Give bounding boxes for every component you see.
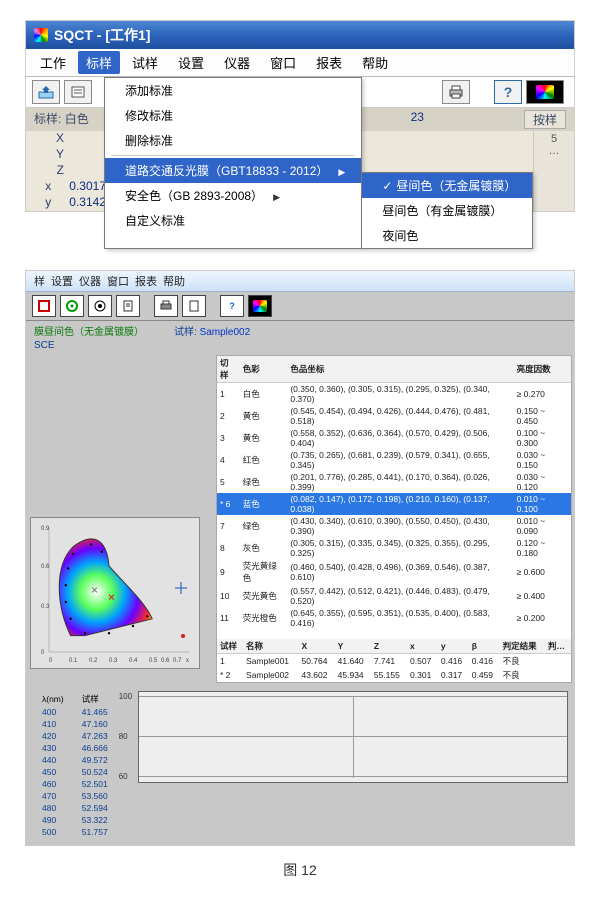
toolbar-button[interactable] — [32, 80, 60, 104]
right-edge-val: … — [534, 145, 574, 157]
svg-text:0.1: 0.1 — [69, 658, 78, 664]
caption-fig12: 图 12 — [25, 860, 575, 880]
ytick: 60 — [119, 772, 128, 781]
menu-item[interactable]: 修改标准 — [105, 103, 361, 128]
menu-item[interactable]: 帮助 — [354, 51, 396, 74]
table-row[interactable]: 11荧光橙色(0.645, 0.355), (0.595, 0.351), (0… — [217, 607, 571, 629]
menu-item[interactable]: 道路交通反光膜（GBT18833 - 2012） — [105, 158, 361, 183]
svg-text:0.7: 0.7 — [173, 658, 182, 664]
cie-chart: 0.90.60.30 00.10.20.3 0.40.50.60.7x — [30, 517, 200, 669]
table-row[interactable]: 9荧光黄绿色(0.460, 0.540), (0.428, 0.496), (0… — [217, 559, 571, 585]
submenu-item[interactable]: 昼间色（有金属镀膜） — [362, 198, 532, 223]
submenu-item[interactable]: 夜间色 — [362, 223, 532, 248]
ytick: 80 — [119, 732, 128, 741]
bottom-panel: λ(nm)试样40041.46541047.16042047.26343046.… — [26, 685, 574, 845]
submenu-item[interactable]: 昼间色（无金属镀膜） — [362, 173, 532, 198]
info-standard: 膜昼间色（无金属镀膜） — [34, 323, 144, 338]
right-pane: 切样色彩色品坐标亮度因数1白色(0.350, 0.360), (0.305, 0… — [216, 355, 572, 683]
table-row[interactable]: 7绿色(0.430, 0.340), (0.610, 0.390), (0.55… — [217, 515, 571, 537]
tool-target[interactable] — [32, 295, 56, 317]
menu-item[interactable]: 仪器 — [216, 51, 258, 74]
spectrum-plot: 100 80 60 — [138, 691, 568, 783]
menubar[interactable]: 工作标样试样设置仪器窗口报表帮助 — [26, 49, 574, 77]
right-edge-panel: 5 … — [533, 131, 574, 211]
table-row[interactable]: * 2Sample00243.60245.93455.1550.3010.317… — [217, 668, 571, 682]
menu-item[interactable]: 窗口 — [262, 51, 304, 74]
svg-text:0.9: 0.9 — [41, 526, 50, 532]
menu-item[interactable]: 自定义标准 — [105, 208, 361, 233]
menu-item[interactable]: 设置 — [51, 273, 73, 289]
ytick: 100 — [119, 692, 132, 701]
svg-text:0: 0 — [41, 650, 45, 656]
menu-item[interactable]: 报表 — [135, 273, 157, 289]
tool-doc2[interactable] — [182, 295, 206, 317]
menu-item[interactable]: 安全色（GB 2893-2008） — [105, 183, 361, 208]
table-row[interactable]: 8灰色(0.305, 0.315), (0.335, 0.345), (0.32… — [217, 537, 571, 559]
sce-label: SCE — [26, 340, 574, 353]
tool-doc[interactable] — [116, 295, 140, 317]
menu-item[interactable]: 试样 — [124, 51, 166, 74]
label-sample: 试样: — [174, 327, 197, 338]
menu-dropdown[interactable]: 添加标准修改标准删除标准道路交通反光膜（GBT18833 - 2012）安全色（… — [104, 77, 362, 249]
menu-item[interactable]: 设置 — [170, 51, 212, 74]
toolbar-12: ? — [26, 292, 574, 321]
tool-dot[interactable] — [88, 295, 112, 317]
menu-item[interactable]: 窗口 — [107, 273, 129, 289]
info-line: 膜昼间色（无金属镀膜） 试样: Sample002 — [26, 321, 574, 340]
svg-text:0: 0 — [49, 658, 53, 664]
table-row[interactable]: 1白色(0.350, 0.360), (0.305, 0.315), (0.29… — [217, 383, 571, 406]
table-row[interactable]: 1Sample00150.76441.6407.7410.5070.4160.4… — [217, 654, 571, 669]
toolbar-button[interactable] — [64, 80, 92, 104]
table-row[interactable]: 3黄色(0.558, 0.352), (0.636, 0.364), (0.57… — [217, 427, 571, 449]
help-button[interactable]: ? — [220, 295, 244, 317]
left-pane: 0.90.60.30 00.10.20.3 0.40.50.60.7x — [26, 353, 214, 685]
svg-text:x: x — [186, 658, 189, 664]
table-row[interactable]: 2黄色(0.545, 0.454), (0.494, 0.426), (0.44… — [217, 405, 571, 427]
svg-text:0.5: 0.5 — [149, 658, 158, 664]
menu-item[interactable]: 删除标准 — [105, 128, 361, 153]
tool-circle[interactable] — [60, 295, 84, 317]
svg-text:0.4: 0.4 — [129, 658, 138, 664]
wavelength-table: λ(nm)试样40041.46541047.16042047.26343046.… — [32, 691, 118, 839]
menu-item[interactable]: 标样 — [78, 51, 120, 74]
menu-item[interactable]: 帮助 — [163, 273, 185, 289]
window-titlebar: SQCT - [工作1] — [26, 21, 574, 49]
table-row[interactable]: 4红色(0.735, 0.265), (0.681, 0.239), (0.57… — [217, 449, 571, 471]
fig11-body: ? 标样: 白色 观察者角… 23 按样 XYZx0.3017y0.3142 5… — [26, 77, 574, 211]
label-sample-type: 标样: — [34, 112, 61, 126]
submenu-dropdown[interactable]: 昼间色（无金属镀膜）昼间色（有金属镀膜）夜间色 — [361, 172, 533, 249]
value-sample: Sample002 — [200, 327, 251, 338]
table-row[interactable]: 5绿色(0.201, 0.776), (0.285, 0.441), (0.17… — [217, 471, 571, 493]
svg-text:0.3: 0.3 — [109, 658, 118, 664]
menu-item[interactable]: 添加标准 — [105, 78, 361, 103]
menu-item[interactable]: 报表 — [308, 51, 350, 74]
menu-item[interactable]: 样 — [34, 273, 45, 289]
menubar-12[interactable]: 样设置仪器窗口报表帮助 — [26, 271, 574, 292]
svg-text:0.6: 0.6 — [41, 564, 50, 570]
value-sample-type: 白色 — [65, 112, 89, 126]
print-button[interactable] — [154, 295, 178, 317]
figure-11: SQCT - [工作1] 工作标样试样设置仪器窗口报表帮助 ? 标样: 白色 观… — [25, 20, 575, 212]
window-title: SQCT - [工作1] — [54, 25, 150, 45]
svg-text:0.2: 0.2 — [89, 658, 98, 664]
figure-12: 样设置仪器窗口报表帮助 ? 膜昼间色（无金属镀膜） 试样: Sample002 … — [25, 270, 575, 846]
svg-text:0.3: 0.3 — [41, 604, 50, 610]
table-row[interactable]: 10荧光黄色(0.557, 0.442), (0.512, 0.421), (0… — [217, 585, 571, 607]
menu-item[interactable]: 仪器 — [79, 273, 101, 289]
right-edge-val: 5 — [534, 133, 574, 145]
body-12: 0.90.60.30 00.10.20.3 0.40.50.60.7x 切样色彩… — [26, 353, 574, 685]
menu-dropdown-wrap: 添加标准修改标准删除标准道路交通反光膜（GBT18833 - 2012）安全色（… — [104, 77, 533, 249]
sqct-brand-button[interactable] — [248, 295, 272, 317]
menu-item[interactable]: 工作 — [32, 51, 74, 74]
app-icon — [34, 28, 48, 42]
table-row[interactable]: * 6蓝色(0.082, 0.147), (0.172, 0.198), (0.… — [217, 493, 571, 515]
svg-text:0.6: 0.6 — [161, 658, 170, 664]
color-standard-table[interactable]: 切样色彩色品坐标亮度因数1白色(0.350, 0.360), (0.305, 0… — [217, 356, 571, 629]
sample-table[interactable]: 试样名称XYZxyβ判定结果判…1Sample00150.76441.6407.… — [217, 639, 571, 682]
